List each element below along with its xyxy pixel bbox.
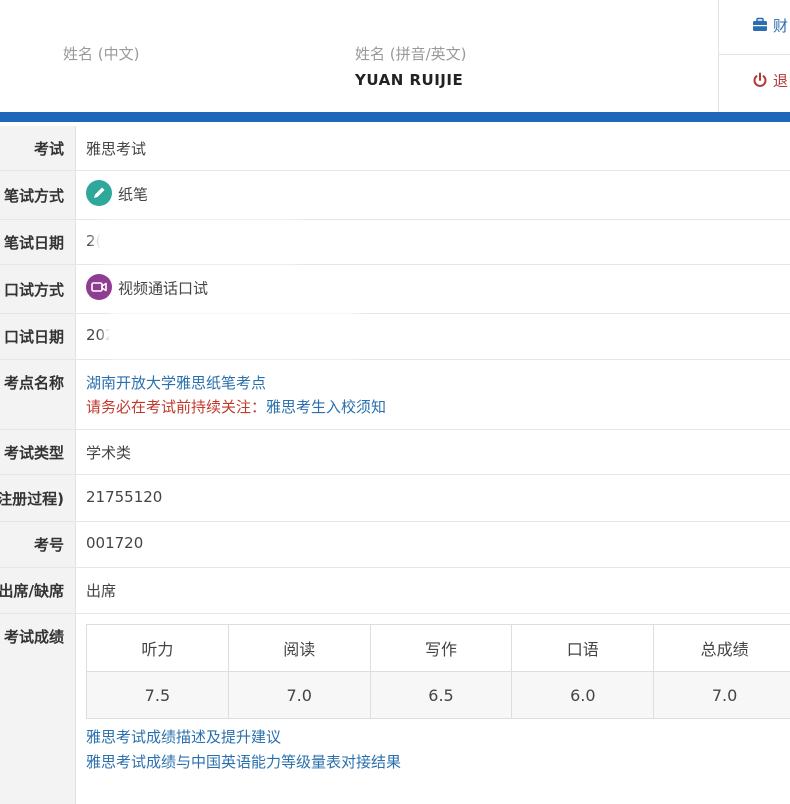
score-overall: 7.0 <box>654 672 790 719</box>
notice-text: 请务必在考试前持续关注： <box>86 398 266 416</box>
row-exam: 考试 雅思考试 <box>0 126 790 171</box>
row-speaking-mode-value: 视频通话口试 <box>86 276 208 302</box>
score-header-speaking: 口语 <box>512 625 654 672</box>
name-en-label: 姓名 (拼音/英文) <box>355 43 467 64</box>
logout-menu-label: 退 <box>773 70 788 91</box>
logout-menu-item[interactable]: 退 <box>719 55 790 109</box>
score-writing: 6.5 <box>370 672 512 719</box>
candidate-header: 姓名 (中文) 姓名 (拼音/英文) YUAN RUIJIE 财 退 <box>0 0 790 112</box>
test-center-notice: 请务必在考试前持续关注：雅思考生入校须知 <box>86 396 386 417</box>
row-attendance-label: 出席/缺席 <box>0 580 64 601</box>
pencil-icon <box>86 180 112 206</box>
row-written-mode: 笔试方式 纸笔 <box>0 171 790 220</box>
row-candidate-no: 考号 001720 <box>0 522 790 568</box>
row-registration-value: 21755120 <box>86 488 162 506</box>
score-description-link[interactable]: 雅思考试成绩描述及提升建议 <box>86 726 281 747</box>
row-exam-label: 考试 <box>34 138 64 159</box>
name-cn-label: 姓名 (中文) <box>63 43 139 64</box>
row-scores: 考试成绩 听力 阅读 写作 口语 总成绩 7.5 7.0 6.5 6.0 7.0… <box>0 614 790 804</box>
row-attendance-value: 出席 <box>86 580 116 601</box>
briefcase-icon <box>752 17 768 33</box>
row-registration: 注册过程) 21755120 <box>0 475 790 522</box>
row-speaking-date-label: 口试日期 <box>4 326 64 347</box>
row-test-center-label: 考点名称 <box>4 372 64 393</box>
row-written-date-label: 笔试日期 <box>4 232 64 253</box>
row-speaking-date: 口试日期 202 <box>0 314 790 360</box>
row-written-mode-label: 笔试方式 <box>4 185 64 206</box>
score-mapping-link[interactable]: 雅思考试成绩与中国英语能力等级量表对接结果 <box>86 751 401 772</box>
row-exam-type-value: 学术类 <box>86 442 131 463</box>
exam-info-table: 考试 雅思考试 笔试方式 纸笔 笔试日期 2( 口试方式 视频通话口试 <box>0 126 790 804</box>
score-header-writing: 写作 <box>370 625 512 672</box>
row-exam-type: 考试类型 学术类 <box>0 430 790 475</box>
side-menu: 财 退 <box>718 0 790 112</box>
row-attendance: 出席/缺席 出席 <box>0 568 790 614</box>
redaction-blur <box>100 226 300 256</box>
row-speaking-mode-label: 口试方式 <box>4 279 64 300</box>
row-registration-label: 注册过程) <box>0 488 64 509</box>
row-scores-label: 考试成绩 <box>4 626 64 647</box>
row-speaking-mode: 口试方式 视频通话口试 <box>0 265 790 314</box>
name-en-value: YUAN RUIJIE <box>355 71 463 89</box>
header-divider-bar <box>0 112 790 122</box>
row-candidate-no-label: 考号 <box>34 534 64 555</box>
notice-link[interactable]: 雅思考生入校须知 <box>266 398 386 416</box>
row-exam-type-label: 考试类型 <box>4 442 64 463</box>
row-test-center: 考点名称 湖南开放大学雅思纸笔考点 请务必在考试前持续关注：雅思考生入校须知 <box>0 360 790 430</box>
score-value-row: 7.5 7.0 6.5 6.0 7.0 <box>87 672 790 719</box>
finance-menu-label: 财 <box>773 15 788 36</box>
row-written-date: 笔试日期 2( <box>0 220 790 265</box>
score-header-reading: 阅读 <box>228 625 370 672</box>
score-speaking: 6.0 <box>512 672 654 719</box>
score-reading: 7.0 <box>228 672 370 719</box>
score-listening: 7.5 <box>87 672 229 719</box>
power-icon <box>752 72 768 88</box>
redaction-blur <box>110 318 360 352</box>
video-camera-icon <box>86 274 112 300</box>
speaking-mode-text: 视频通话口试 <box>118 280 208 298</box>
score-header-row: 听力 阅读 写作 口语 总成绩 <box>87 625 790 672</box>
row-exam-value: 雅思考试 <box>86 138 146 159</box>
score-header-overall: 总成绩 <box>654 625 790 672</box>
score-table: 听力 阅读 写作 口语 总成绩 7.5 7.0 6.5 6.0 7.0 <box>86 624 790 719</box>
written-mode-text: 纸笔 <box>118 186 148 204</box>
test-center-link[interactable]: 湖南开放大学雅思纸笔考点 <box>86 372 266 393</box>
row-candidate-no-value: 001720 <box>86 534 143 552</box>
finance-menu-item[interactable]: 财 <box>719 0 790 55</box>
row-written-mode-value: 纸笔 <box>86 182 148 208</box>
score-header-listening: 听力 <box>87 625 229 672</box>
